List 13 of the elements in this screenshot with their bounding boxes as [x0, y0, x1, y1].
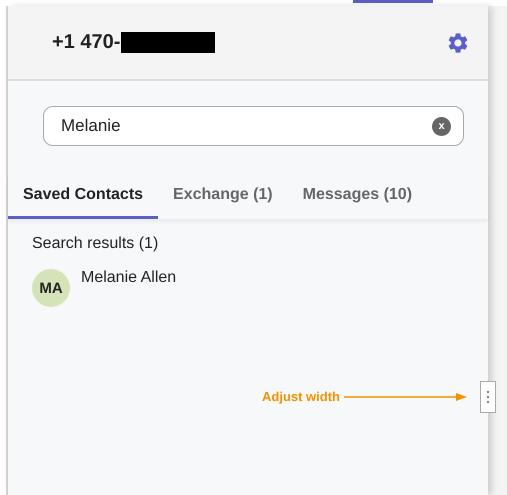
tab[interactable]: Exchange (1): [158, 174, 288, 219]
settings-icon[interactable]: [446, 30, 470, 54]
avatar: MA: [32, 269, 70, 307]
more-icon: [486, 390, 490, 404]
tab[interactable]: Messages (10): [288, 174, 428, 219]
clear-button[interactable]: x: [432, 116, 451, 136]
resize-handle[interactable]: [480, 381, 496, 413]
annotation-label: Adjust width: [262, 389, 340, 404]
search-field[interactable]: Melanie x: [43, 106, 464, 146]
tab[interactable]: Saved Contacts: [8, 174, 158, 219]
results-heading: Search results (1): [32, 235, 160, 253]
contact-name[interactable]: Melanie Allen: [81, 269, 176, 287]
phone-number: +1 470-: [52, 31, 120, 54]
